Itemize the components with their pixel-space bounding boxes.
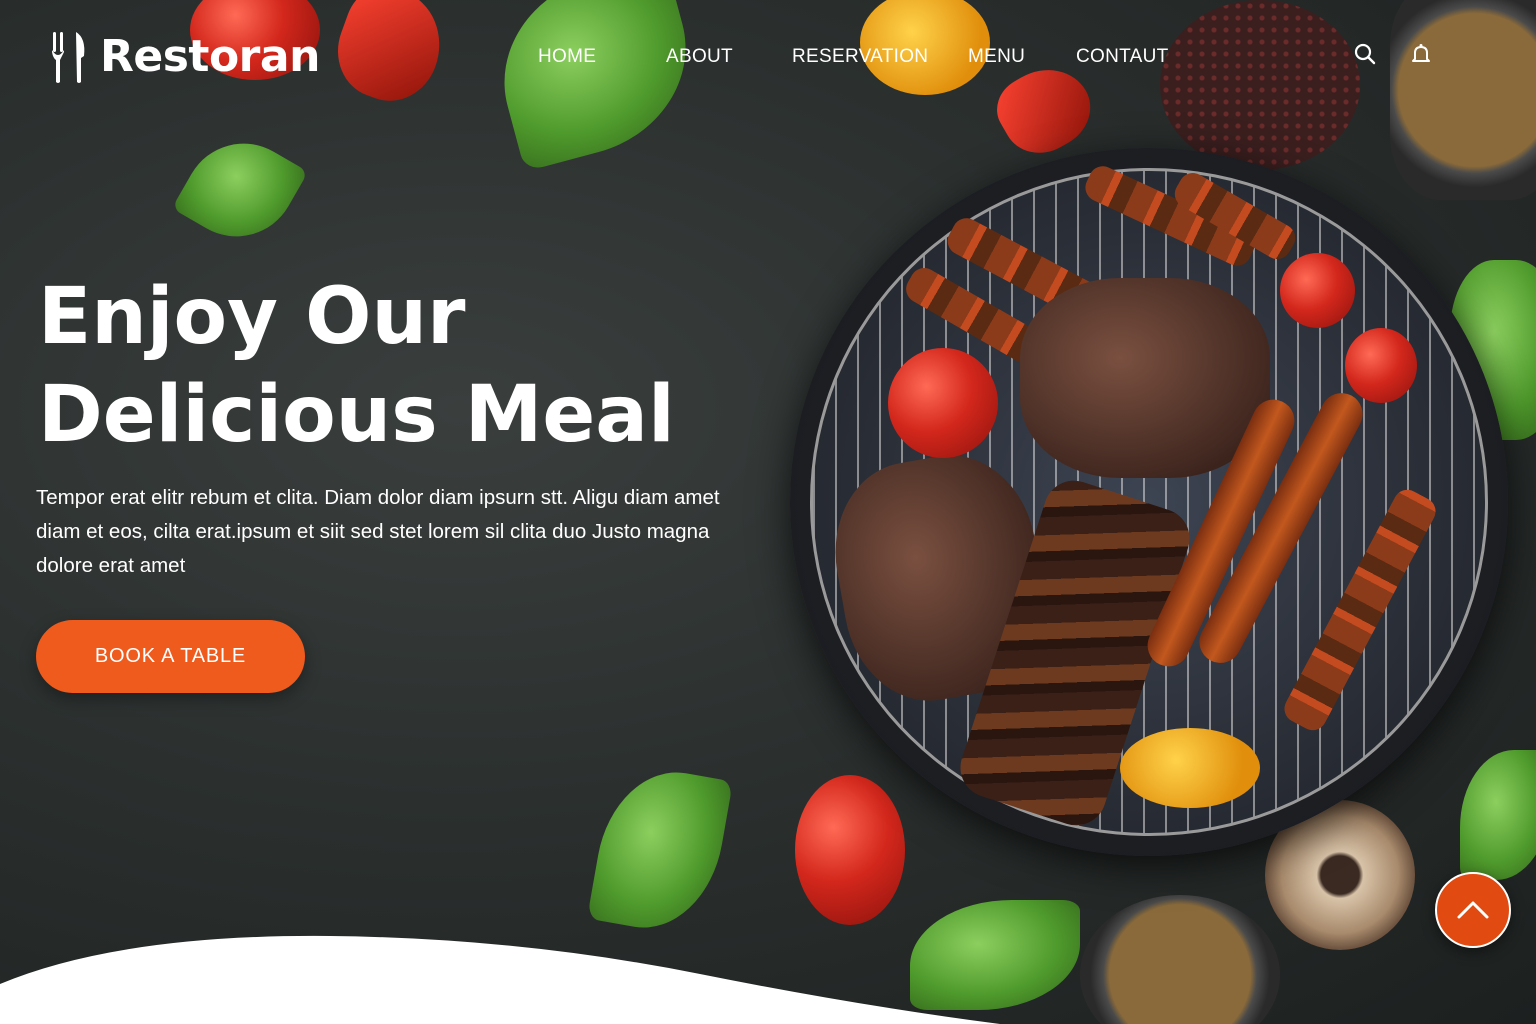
bottom-wave-divider [0,935,1000,1024]
cherry-tomato [1280,253,1355,328]
tomato-bottom-decoration [795,775,905,925]
nav-link-menu[interactable]: MENU [968,46,1025,68]
search-icon[interactable] [1353,42,1377,66]
herb-decoration [587,760,733,940]
hero-title-line2: Delicious Meal [38,370,675,460]
bbq-grill-image [790,148,1508,856]
brand-name: Restoran [100,30,320,82]
utensils-icon [52,32,85,83]
hero-description: Tempor erat elitr rebum et clita. Diam d… [36,486,720,577]
basil-decoration [171,121,309,259]
bell-icon[interactable] [1409,42,1433,66]
steak [1020,278,1270,478]
hero-page: Restoran HOME ABOUT RESERVATION MENU CON… [0,0,1536,1024]
book-a-table-button[interactable]: BOOK A TABLE [36,620,305,693]
cherry-tomato [1345,328,1417,403]
nav-link-home[interactable]: HOME [538,46,596,68]
hero-title-line1: Enjoy Our [38,272,466,362]
brand-logo[interactable]: Restoran [50,28,320,84]
back-to-top-button[interactable] [1435,872,1511,948]
grilled-yellow-pepper [1120,728,1260,808]
chevron-up-icon [1457,901,1489,919]
grilled-pepper [888,348,998,458]
nav-link-reservation[interactable]: RESERVATION [792,46,928,68]
nav-link-about[interactable]: ABOUT [666,46,733,68]
nav-link-contact[interactable]: CONTAUT [1076,46,1169,68]
navbar: Restoran HOME ABOUT RESERVATION MENU CON… [0,28,1536,88]
lettuce-right-decoration [1460,750,1536,880]
hero-title: Enjoy Our Delicious Meal [38,268,758,464]
